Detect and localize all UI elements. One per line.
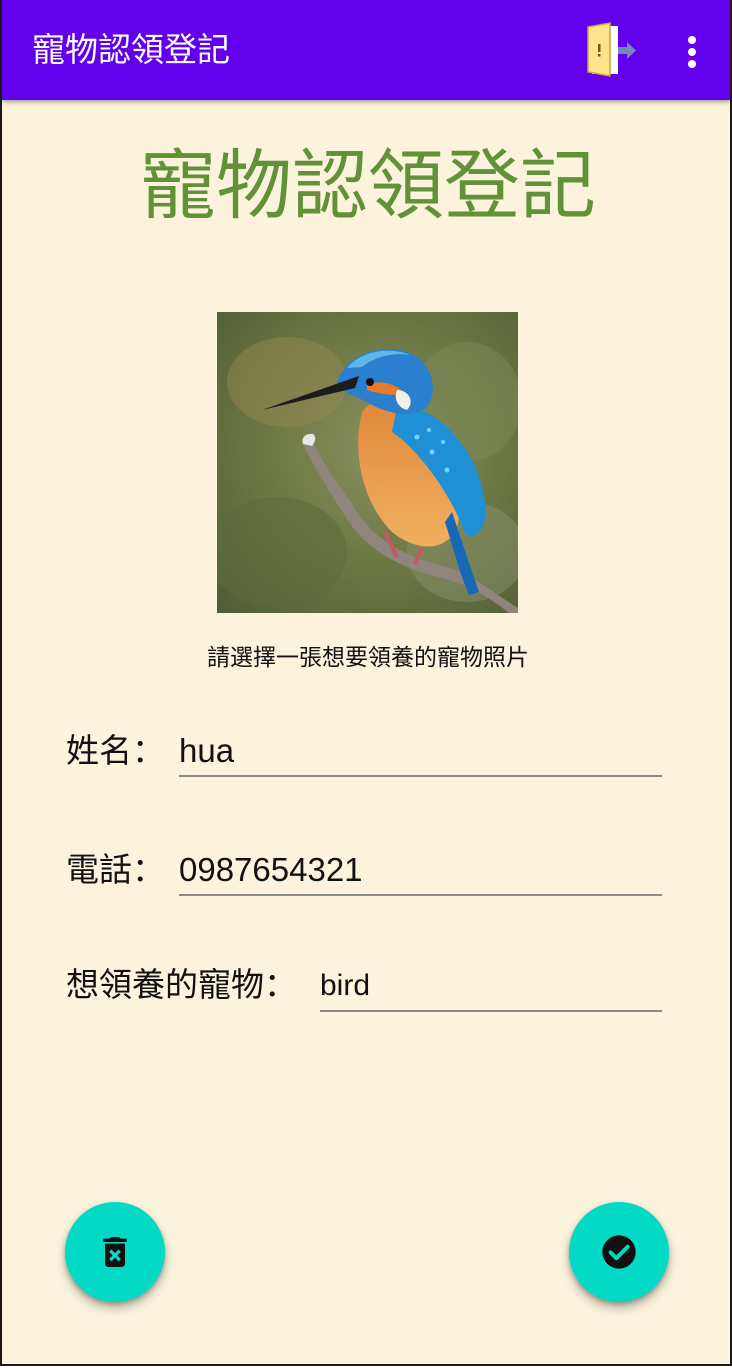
name-label: 姓名：	[66, 731, 165, 770]
name-input[interactable]	[179, 729, 662, 773]
kingfisher-bird-image	[207, 312, 527, 613]
pet-photo[interactable]	[207, 312, 527, 613]
delete-forever-icon	[103, 1237, 127, 1267]
phone-field-container	[179, 848, 662, 896]
app-bar-title: 寵物認領登記	[32, 30, 230, 69]
app-bar: 寵物認領登記	[2, 0, 730, 100]
pet-input[interactable]	[320, 964, 662, 1008]
photo-hint-text: 請選擇一張想要領養的寵物照片	[207, 645, 529, 671]
clear-button[interactable]	[65, 1202, 165, 1302]
check-circle-icon	[602, 1235, 636, 1269]
pet-field-container	[320, 964, 662, 1012]
submit-button[interactable]	[569, 1202, 669, 1302]
phone-label: 電話：	[66, 850, 165, 889]
exit-button[interactable]	[580, 20, 640, 80]
phone-input[interactable]	[179, 848, 662, 892]
pet-label: 想領養的寵物：	[66, 965, 297, 1004]
page-heading: 寵物認領登記	[140, 141, 596, 230]
overflow-menu-button[interactable]	[670, 26, 712, 74]
name-field-container	[179, 729, 662, 777]
exit-door-icon	[587, 22, 636, 77]
app-screen: 寵物認領登記 寵物認領登記 請選擇一張想要領養的寵物照片 姓名： hua 電話：…	[0, 0, 732, 1366]
